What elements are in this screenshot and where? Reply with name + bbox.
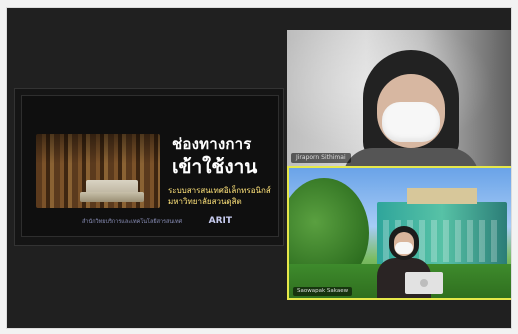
face-mask	[382, 102, 440, 142]
slide-subtitle-line2: มหาวิทยาลัยสวนดุสิต	[168, 197, 242, 206]
slide-footer: สำนักวิทยบริการและเทคโนโลยีสารสนเทศ ARIT	[82, 216, 272, 232]
speaker-face-mask	[395, 242, 413, 254]
meeting-window: ช่องทางการ เข้าใช้งาน ระบบสารสนเทศอิเล็ก…	[6, 7, 512, 329]
arit-logo: ARIT	[208, 216, 232, 226]
building-roof	[407, 188, 477, 204]
library-photo	[36, 134, 160, 208]
screen-share-panel[interactable]: ช่องทางการ เข้าใช้งาน ระบบสารสนเทศอิเล็ก…	[14, 88, 284, 246]
laptop	[405, 272, 443, 294]
presentation-slide: ช่องทางการ เข้าใช้งาน ระบบสารสนเทศอิเล็ก…	[21, 95, 279, 237]
slide-footer-text: สำนักวิทยบริการและเทคโนโลยีสารสนเทศ	[82, 219, 183, 225]
participant-shirt	[343, 148, 479, 166]
book-stack-image-bottom	[80, 192, 144, 202]
participant-video-tile-2[interactable]: Saowapak Sakaew	[287, 166, 511, 300]
slide-title-line2: เข้าใช้งาน	[172, 156, 258, 178]
participant-name-tag-1: Jiraporn Sithimai	[291, 153, 351, 163]
participant-video-tile-1[interactable]: Jiraporn Sithimai	[287, 30, 511, 166]
participant-name-tag-2: Saowapak Sakaew	[293, 287, 353, 296]
